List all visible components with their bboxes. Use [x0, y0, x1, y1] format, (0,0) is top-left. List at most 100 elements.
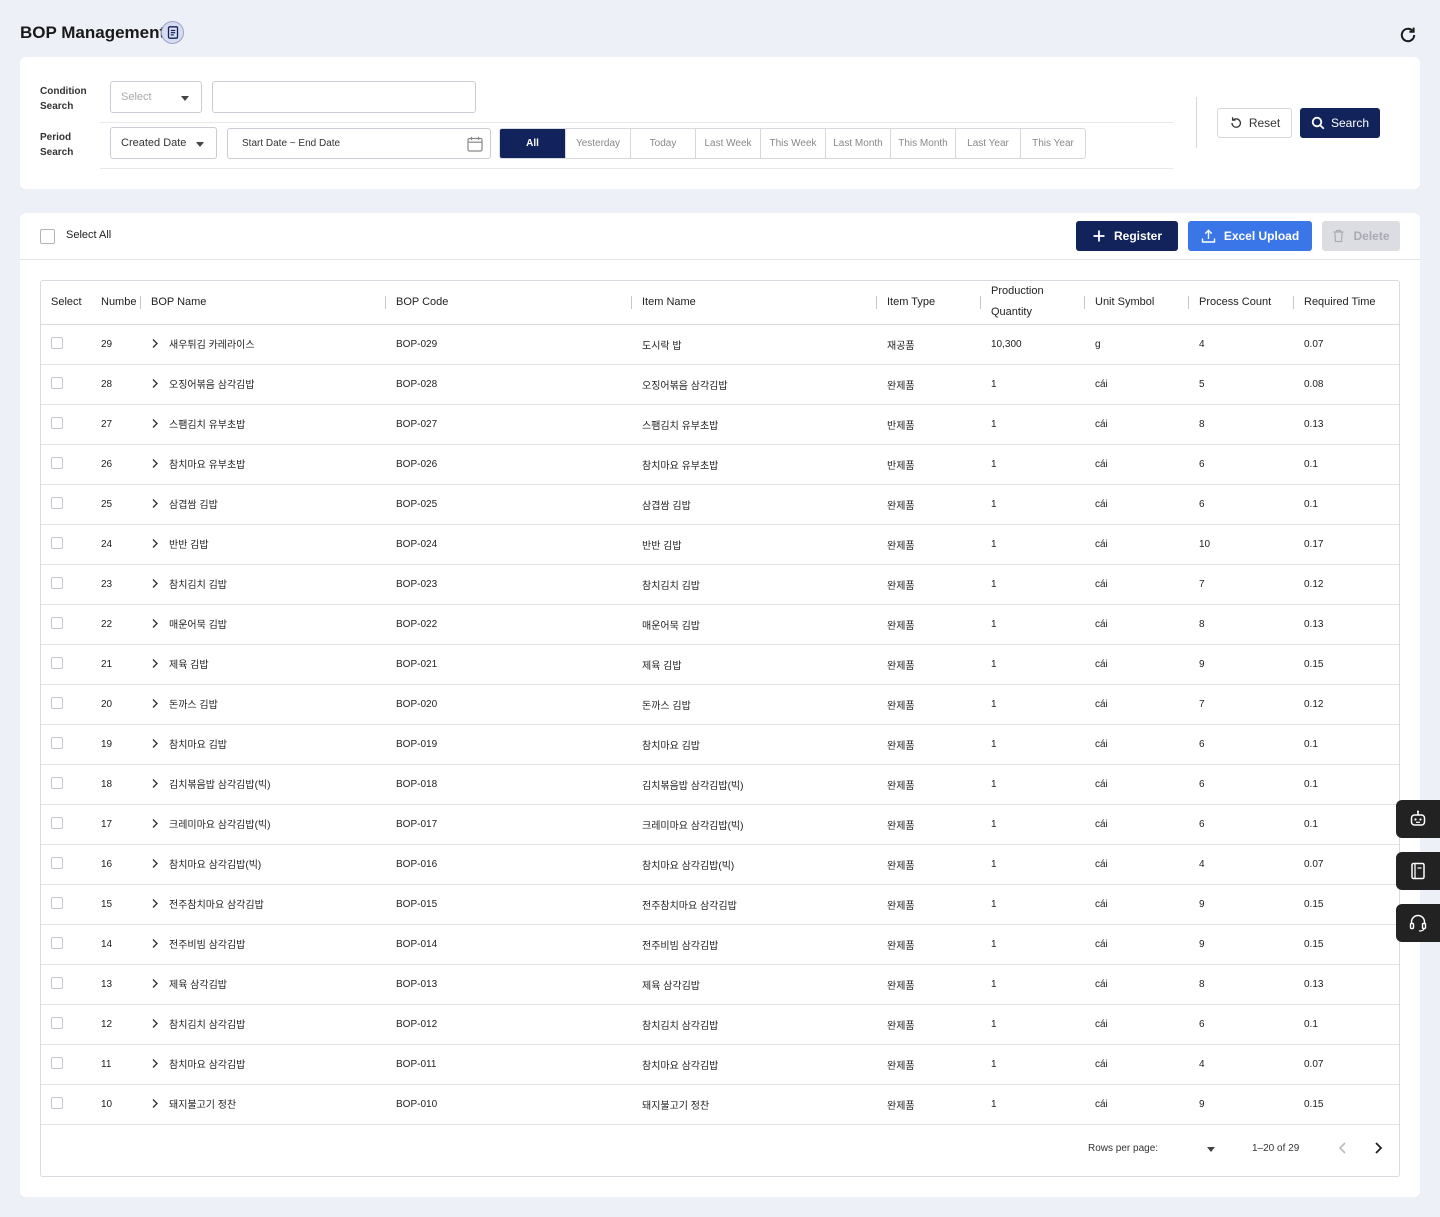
manual-button[interactable]	[1396, 852, 1440, 890]
period-option[interactable]: All	[500, 129, 565, 158]
chevron-right-icon[interactable]	[151, 898, 161, 912]
table-row[interactable]: 27 스팸김치 유부초밥 BOP-027 스팸김치 유부초밥 반제품 1 cái 8 0.13	[41, 404, 1399, 445]
row-checkbox[interactable]	[51, 416, 63, 429]
row-checkbox[interactable]	[51, 896, 63, 909]
delete-button[interactable]: Delete	[1322, 221, 1400, 251]
row-checkbox[interactable]	[51, 456, 63, 469]
table-row[interactable]: 16 참치마요 삼각김밥(빅) BOP-016 참치마요 삼각김밥(빅) 완제품 1 cái…	[41, 844, 1399, 885]
table-row[interactable]: 26 참치마요 유부초밥 BOP-026 참치마요 유부초밥 반제품 1 cái 6 0.1	[41, 444, 1399, 485]
column-header-unit-symbol[interactable]: Unit Symbol	[1085, 281, 1189, 325]
column-header-item-type[interactable]: Item Type	[877, 281, 981, 325]
period-select[interactable]: Created Date	[110, 127, 217, 159]
row-checkbox[interactable]	[51, 336, 63, 349]
row-checkbox[interactable]	[51, 776, 63, 789]
chevron-right-icon[interactable]	[151, 778, 161, 792]
calendar-icon[interactable]	[466, 135, 484, 156]
divider	[100, 122, 1173, 123]
row-checkbox[interactable]	[51, 376, 63, 389]
chevron-right-icon[interactable]	[151, 618, 161, 632]
period-option[interactable]: Today	[630, 129, 695, 158]
refresh-icon[interactable]	[1396, 23, 1420, 47]
chevron-right-icon[interactable]	[151, 1098, 161, 1112]
table-row[interactable]: 10 돼지불고기 정찬 BOP-010 돼지불고기 정찬 완제품 1 cái 9 0.15	[41, 1084, 1399, 1125]
row-select-cell	[41, 524, 91, 565]
rows-per-page-select[interactable]	[1207, 1147, 1215, 1152]
document-icon[interactable]	[161, 21, 184, 44]
chevron-right-icon[interactable]	[151, 538, 161, 552]
row-checkbox[interactable]	[51, 1056, 63, 1069]
table-row[interactable]: 21 제육 김밥 BOP-021 제육 김밥 완제품 1 cái 9 0.15	[41, 644, 1399, 685]
period-option[interactable]: This Year	[1020, 129, 1085, 158]
row-checkbox[interactable]	[51, 976, 63, 989]
table-row[interactable]: 20 돈까스 김밥 BOP-020 돈까스 김밥 완제품 1 cái 7 0.12	[41, 684, 1399, 725]
column-header-bop-code[interactable]: BOP Code	[386, 281, 632, 325]
reset-button[interactable]: Reset	[1217, 108, 1292, 138]
chevron-right-icon[interactable]	[151, 658, 161, 672]
column-header-required-time[interactable]: Required Time	[1294, 281, 1399, 325]
period-option[interactable]: Last Year	[955, 129, 1020, 158]
date-range-picker[interactable]: Start Date ~ End Date	[227, 128, 491, 159]
chevron-right-icon[interactable]	[151, 1058, 161, 1072]
chevron-right-icon[interactable]	[151, 338, 161, 352]
number-cell: 16	[91, 844, 141, 885]
row-checkbox[interactable]	[51, 936, 63, 949]
chevron-right-icon[interactable]	[151, 498, 161, 512]
excel-upload-button[interactable]: Excel Upload	[1188, 221, 1312, 251]
support-button[interactable]	[1396, 904, 1440, 942]
table-row[interactable]: 14 전주비빔 삼각김밥 BOP-014 전주비빔 삼각김밥 완제품 1 cái 9 0.15	[41, 924, 1399, 965]
table-row[interactable]: 24 반반 김밥 BOP-024 반반 김밥 완제품 1 cái 10 0.17	[41, 524, 1399, 565]
table-row[interactable]: 17 크레미마요 삼각김밥(빅) BOP-017 크레미마요 삼각김밥(빅) 완제품 1 c…	[41, 804, 1399, 845]
column-header-item-name[interactable]: Item Name	[632, 281, 877, 325]
table-row[interactable]: 12 참치김치 삼각김밥 BOP-012 참치김치 삼각김밥 완제품 1 cái 6 0.1	[41, 1004, 1399, 1045]
next-page-icon[interactable]	[1372, 1140, 1384, 1159]
row-checkbox[interactable]	[51, 536, 63, 549]
row-checkbox[interactable]	[51, 1016, 63, 1029]
search-button[interactable]: Search	[1300, 108, 1380, 138]
table-row[interactable]: 29 새우튀김 카레라이스 BOP-029 도시락 밥 재공품 10,300 g 4 0.07	[41, 324, 1399, 365]
chevron-right-icon[interactable]	[151, 418, 161, 432]
row-checkbox[interactable]	[51, 856, 63, 869]
row-checkbox[interactable]	[51, 1096, 63, 1109]
period-option[interactable]: This Month	[890, 129, 955, 158]
chevron-right-icon[interactable]	[151, 818, 161, 832]
chevron-right-icon[interactable]	[151, 978, 161, 992]
chevron-right-icon[interactable]	[151, 738, 161, 752]
column-header-bop-name[interactable]: BOP Name	[141, 281, 386, 325]
row-checkbox[interactable]	[51, 656, 63, 669]
chatbot-button[interactable]	[1396, 800, 1440, 838]
row-checkbox[interactable]	[51, 736, 63, 749]
period-option[interactable]: Last Month	[825, 129, 890, 158]
previous-page-icon[interactable]	[1337, 1140, 1349, 1159]
row-checkbox[interactable]	[51, 816, 63, 829]
table-row[interactable]: 11 참치마요 삼각김밥 BOP-011 참치마요 삼각김밥 완제품 1 cái 4 0.07	[41, 1044, 1399, 1085]
table-row[interactable]: 22 매운어묵 김밥 BOP-022 매운어묵 김밥 완제품 1 cái 8 0.13	[41, 604, 1399, 645]
table-row[interactable]: 23 참치김치 김밥 BOP-023 참치김치 김밥 완제품 1 cái 7 0.12	[41, 564, 1399, 605]
search-keyword-input[interactable]	[212, 81, 476, 113]
row-checkbox[interactable]	[51, 616, 63, 629]
chevron-right-icon[interactable]	[151, 938, 161, 952]
row-checkbox[interactable]	[51, 576, 63, 589]
condition-select[interactable]: Select	[110, 81, 202, 113]
table-row[interactable]: 13 제육 삼각김밥 BOP-013 제육 삼각김밥 완제품 1 cái 8 0.13	[41, 964, 1399, 1005]
chevron-right-icon[interactable]	[151, 1018, 161, 1032]
row-checkbox[interactable]	[51, 696, 63, 709]
chevron-right-icon[interactable]	[151, 858, 161, 872]
table-row[interactable]: 25 삼겹쌈 김밥 BOP-025 삼겹쌈 김밥 완제품 1 cái 6 0.1	[41, 484, 1399, 525]
period-option[interactable]: Yesterday	[565, 129, 630, 158]
register-button[interactable]: Register	[1076, 221, 1178, 251]
table-row[interactable]: 15 전주참치마요 삼각김밥 BOP-015 전주참치마요 삼각김밥 완제품 1 cái 9 0…	[41, 884, 1399, 925]
table-row[interactable]: 19 참치마요 김밥 BOP-019 참치마요 김밥 완제품 1 cái 6 0.1	[41, 724, 1399, 765]
column-header-process-count[interactable]: Process Count	[1189, 281, 1294, 325]
select-all-checkbox[interactable]	[40, 229, 55, 244]
column-header-number[interactable]: Numbe	[91, 281, 141, 325]
chevron-right-icon[interactable]	[151, 578, 161, 592]
period-option[interactable]: This Week	[760, 129, 825, 158]
table-row[interactable]: 28 오징어볶음 삼각김밥 BOP-028 오징어볶음 삼각김밥 완제품 1 cái 5 0.0…	[41, 364, 1399, 405]
period-option[interactable]: Last Week	[695, 129, 760, 158]
chevron-right-icon[interactable]	[151, 378, 161, 392]
column-header-production-quantity[interactable]: Production Quantity	[981, 281, 1085, 325]
chevron-right-icon[interactable]	[151, 698, 161, 712]
table-row[interactable]: 18 김치볶음밥 삼각김밥(빅) BOP-018 김치볶음밥 삼각김밥(빅) 완제품 1 c…	[41, 764, 1399, 805]
chevron-right-icon[interactable]	[151, 458, 161, 472]
row-checkbox[interactable]	[51, 496, 63, 509]
